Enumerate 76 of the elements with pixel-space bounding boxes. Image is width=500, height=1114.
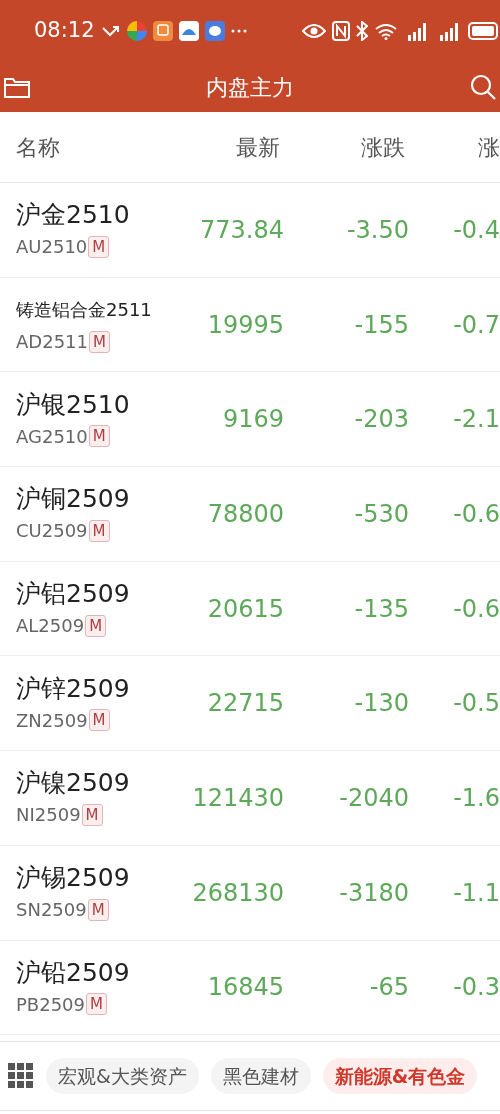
change-percent: -1.6 xyxy=(453,782,500,814)
change-percent: -0.5 xyxy=(453,688,500,720)
chat-app-icon xyxy=(204,21,225,41)
change-percent: -0.3 xyxy=(453,972,500,1004)
battery-icon xyxy=(468,22,498,40)
contract-code: AU2510 xyxy=(16,235,88,260)
app-icon xyxy=(126,21,147,41)
last-price: 20615 xyxy=(206,593,284,625)
wifi-icon xyxy=(374,22,398,40)
price-change: -155 xyxy=(353,309,409,341)
change-percent: -0.6 xyxy=(453,593,500,625)
contract-name: 沪锡2509 xyxy=(16,862,131,895)
contract-name: 沪镍2509 xyxy=(16,767,131,800)
grid-menu-icon[interactable] xyxy=(8,1063,34,1090)
main-contract-badge: M xyxy=(86,993,107,1016)
change-percent: -1.1 xyxy=(453,877,500,909)
column-header[interactable]: 涨跌 xyxy=(280,130,405,164)
contract-code: ZN2509 xyxy=(16,708,88,733)
last-price: 268130 xyxy=(191,877,284,909)
last-price: 78800 xyxy=(206,498,284,530)
header-title: 内盘主力 xyxy=(206,73,294,102)
contract-code: AL2509 xyxy=(16,614,85,639)
nfc-icon xyxy=(332,21,350,41)
more-icon xyxy=(230,29,247,33)
change-percent: -0.4 xyxy=(453,214,500,246)
main-contract-badge: M xyxy=(87,898,109,921)
last-price: 773.84 xyxy=(199,214,284,246)
main-contract-badge: M xyxy=(85,614,107,637)
search-icon[interactable] xyxy=(470,74,496,100)
main-contract-badge: M xyxy=(88,709,110,732)
contract-code: PB2509 xyxy=(16,992,85,1017)
main-contract-badge: M xyxy=(88,235,110,258)
main-contract-badge: M xyxy=(88,519,110,542)
change-percent: -2.1 xyxy=(453,404,500,436)
contract-name: 铸造铝合金2511 xyxy=(16,298,153,323)
main-contract-badge: M xyxy=(88,425,110,448)
contract-code: AD2511 xyxy=(16,330,88,355)
last-price: 16845 xyxy=(206,972,284,1004)
last-price: 121430 xyxy=(191,782,284,814)
change-percent: -0.6 xyxy=(453,498,500,530)
contract-code: SN2509 xyxy=(16,898,87,923)
contract-name: 沪银2510 xyxy=(16,388,131,421)
contract-code: AG2510 xyxy=(16,424,88,449)
category-tab[interactable]: 宏观&大类资产 xyxy=(46,1058,199,1095)
contract-name: 沪铝2509 xyxy=(16,578,131,611)
contract-code: NI2509 xyxy=(16,803,81,828)
bluetooth-icon xyxy=(356,21,368,41)
status-time: 08:12 xyxy=(34,17,95,45)
column-header[interactable]: 名称 xyxy=(0,130,190,164)
price-change: -3.50 xyxy=(345,214,409,246)
price-change: -530 xyxy=(353,498,409,530)
last-price: 22715 xyxy=(206,688,284,720)
app-icon xyxy=(178,21,199,41)
eye-icon xyxy=(302,23,326,39)
main-contract-badge: M xyxy=(89,330,110,353)
contract-name: 沪金2510 xyxy=(16,199,131,232)
change-percent: -0.7 xyxy=(453,309,500,341)
app-icon xyxy=(152,21,173,41)
price-change: -65 xyxy=(368,972,409,1004)
category-tab[interactable]: 黑色建材 xyxy=(210,1058,311,1095)
contract-code: CU2509 xyxy=(16,519,88,544)
last-price: 9169 xyxy=(221,404,284,436)
price-change: -135 xyxy=(353,593,409,625)
price-change: -3180 xyxy=(338,877,409,909)
main-contract-badge: M xyxy=(81,803,103,826)
price-change: -2040 xyxy=(338,782,409,814)
price-change: -130 xyxy=(353,688,409,720)
contract-name: 沪锌2509 xyxy=(16,672,131,705)
contract-name: 沪铜2509 xyxy=(16,483,131,516)
column-header[interactable]: 最新 xyxy=(190,130,280,164)
last-price: 19995 xyxy=(206,309,284,341)
folder-icon[interactable] xyxy=(4,76,30,98)
column-header[interactable]: 涨 xyxy=(478,130,500,164)
contract-name: 沪铅2509 xyxy=(16,956,131,989)
category-tab[interactable]: 新能源&有色金 xyxy=(322,1058,478,1095)
price-change: -203 xyxy=(353,404,409,436)
